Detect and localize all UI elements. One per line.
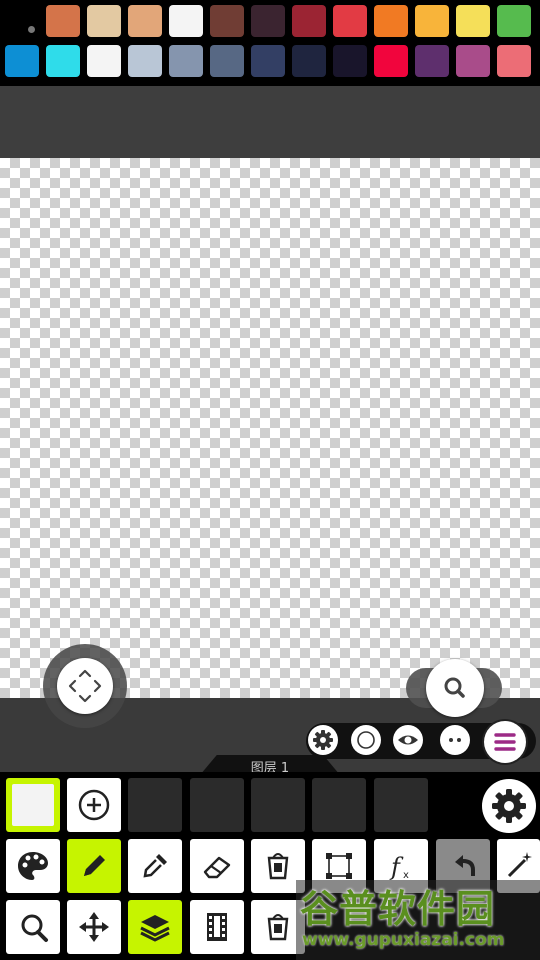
animation-frames-button[interactable] bbox=[190, 900, 244, 954]
circle-icon bbox=[357, 731, 375, 749]
color-swatch[interactable] bbox=[128, 5, 162, 37]
current-layer-thumbnail[interactable] bbox=[6, 778, 60, 832]
hamburger-icon bbox=[494, 733, 516, 751]
gear-icon bbox=[492, 789, 526, 823]
svg-text:f: f bbox=[389, 853, 404, 881]
preview-button[interactable] bbox=[393, 725, 423, 755]
zoom-tool-button[interactable] bbox=[6, 900, 60, 954]
color-swatch[interactable] bbox=[497, 5, 531, 37]
layers-icon bbox=[140, 915, 170, 942]
color-palette-button[interactable] bbox=[6, 839, 60, 893]
eraser-icon bbox=[203, 856, 231, 879]
empty-layer-slot[interactable] bbox=[128, 778, 182, 832]
pan-tool-button[interactable] bbox=[67, 900, 121, 954]
empty-layer-slot[interactable] bbox=[251, 778, 305, 832]
zoom-magnifier-icon bbox=[21, 914, 48, 942]
color-swatch[interactable] bbox=[46, 5, 80, 37]
palette-indicator-dot bbox=[28, 26, 35, 33]
palette-icon bbox=[18, 852, 48, 880]
eyedropper-icon bbox=[143, 854, 167, 878]
bucket-icon bbox=[267, 914, 289, 941]
settings-button[interactable] bbox=[482, 779, 536, 833]
color-swatch[interactable] bbox=[251, 5, 285, 37]
color-swatch[interactable] bbox=[128, 45, 162, 77]
film-strip-icon bbox=[207, 913, 227, 941]
drawing-canvas[interactable] bbox=[0, 158, 540, 698]
empty-layer-slot[interactable] bbox=[374, 778, 428, 832]
gear-icon bbox=[313, 730, 333, 750]
move-cross-icon bbox=[79, 912, 109, 942]
dots-icon bbox=[449, 738, 461, 742]
color-swatch[interactable] bbox=[251, 45, 285, 77]
eye-icon bbox=[398, 735, 418, 745]
pencil-icon bbox=[84, 855, 105, 876]
color-swatch[interactable] bbox=[169, 45, 203, 77]
color-swatch[interactable] bbox=[5, 45, 39, 77]
bucket-icon bbox=[267, 853, 289, 880]
eyedropper-tool-button[interactable] bbox=[128, 839, 182, 893]
color-swatch[interactable] bbox=[415, 5, 449, 37]
color-swatch[interactable] bbox=[333, 45, 367, 77]
color-swatch[interactable] bbox=[415, 45, 449, 77]
move-arrows-icon bbox=[68, 669, 102, 703]
color-palette bbox=[0, 0, 540, 86]
color-swatch[interactable] bbox=[292, 45, 326, 77]
plus-circle-icon bbox=[78, 789, 110, 821]
main-menu-button[interactable] bbox=[484, 721, 526, 763]
color-swatch[interactable] bbox=[497, 45, 531, 77]
more-button[interactable] bbox=[440, 725, 470, 755]
color-swatch[interactable] bbox=[210, 5, 244, 37]
color-swatch[interactable] bbox=[374, 45, 408, 77]
color-swatch[interactable] bbox=[46, 45, 80, 77]
color-swatch[interactable] bbox=[87, 5, 121, 37]
layer-preview bbox=[12, 784, 54, 826]
zoom-button[interactable] bbox=[426, 659, 484, 717]
move-button[interactable] bbox=[57, 658, 113, 714]
magnifier-icon bbox=[444, 677, 465, 698]
eraser-tool-button[interactable] bbox=[190, 839, 244, 893]
layers-button[interactable] bbox=[128, 900, 182, 954]
color-swatch[interactable] bbox=[456, 45, 490, 77]
quick-settings-button[interactable] bbox=[308, 725, 338, 755]
brush-shape-button[interactable] bbox=[351, 725, 381, 755]
color-swatch[interactable] bbox=[333, 5, 367, 37]
color-swatch[interactable] bbox=[456, 5, 490, 37]
pencil-tool-button[interactable] bbox=[67, 839, 121, 893]
color-swatch[interactable] bbox=[292, 5, 326, 37]
watermark-url: www.gupuxiazai.com bbox=[302, 930, 505, 950]
color-swatch[interactable] bbox=[87, 45, 121, 77]
empty-layer-slot[interactable] bbox=[312, 778, 366, 832]
add-layer-button[interactable] bbox=[67, 778, 121, 832]
color-swatch[interactable] bbox=[374, 5, 408, 37]
empty-layer-slot[interactable] bbox=[190, 778, 244, 832]
color-swatch[interactable] bbox=[210, 45, 244, 77]
canvas-top-margin bbox=[0, 86, 540, 158]
color-swatch[interactable] bbox=[169, 5, 203, 37]
watermark-title: 谷普软件园 bbox=[300, 887, 496, 931]
